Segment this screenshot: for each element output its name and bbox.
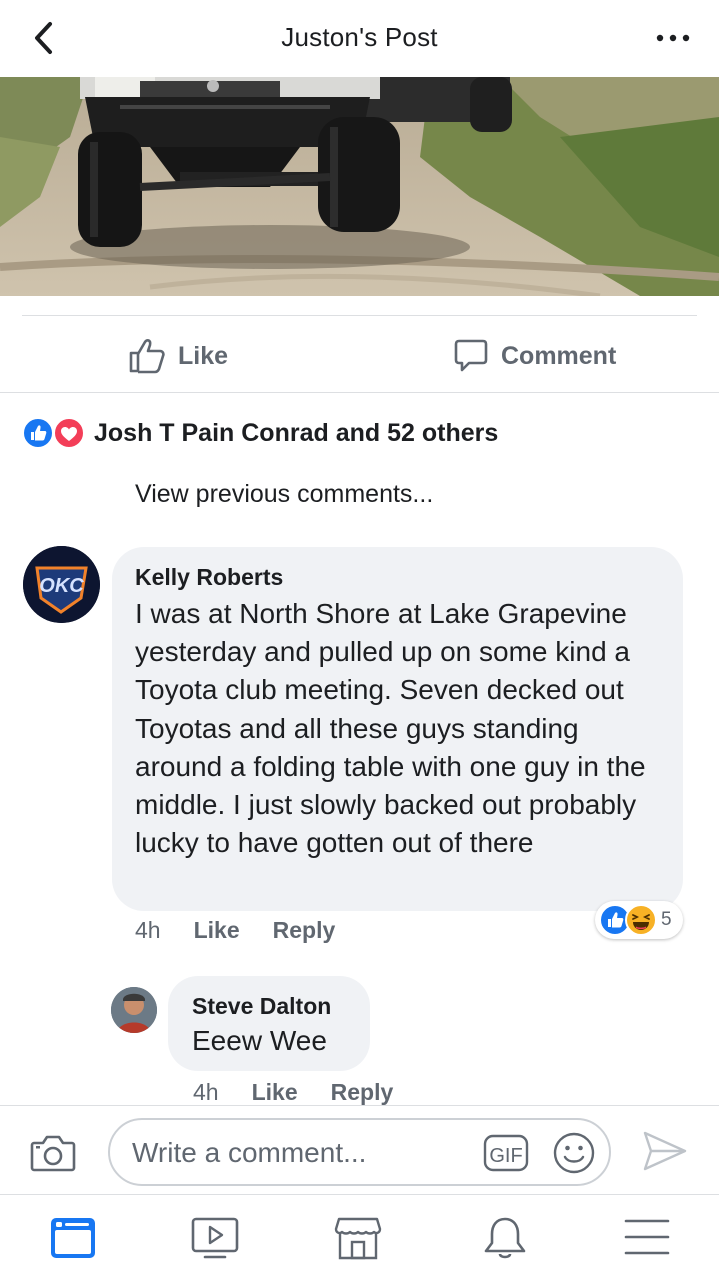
more-options-icon[interactable]: [655, 28, 691, 48]
haha-reaction-icon: [625, 904, 657, 936]
comment-time: 4h: [135, 916, 161, 943]
comment-time: 4h: [193, 1078, 219, 1105]
thumbs-up-icon: [129, 339, 165, 374]
commenter-name[interactable]: Kelly Roberts: [135, 564, 283, 591]
comment-meta: 4h Like Reply: [193, 1075, 393, 1109]
comment-reply-button[interactable]: Reply: [273, 917, 336, 944]
post-actions: Like Comment: [0, 316, 719, 392]
send-icon[interactable]: [642, 1129, 688, 1173]
comment-input-placeholder: Write a comment...: [132, 1137, 367, 1168]
notifications-icon[interactable]: [480, 1213, 530, 1263]
avatar[interactable]: [111, 987, 157, 1033]
comment-composer: Write a comment... GIF: [0, 1105, 719, 1195]
comment-bubble-icon: [454, 339, 488, 372]
comment-label: Comment: [501, 341, 617, 370]
comment-meta: 4h Like Reply: [135, 913, 335, 947]
comment-text: I was at North Shore at Lake Grapevine y…: [135, 598, 646, 859]
like-button[interactable]: Like: [128, 336, 228, 376]
commenter-name[interactable]: Steve Dalton: [192, 993, 331, 1020]
avatar-text: OKC: [39, 575, 84, 597]
reaction-count: 5: [661, 909, 672, 930]
gif-label: GIF: [489, 1145, 522, 1167]
love-reaction-icon: [53, 417, 85, 449]
camera-icon[interactable]: [30, 1133, 76, 1173]
comment-reply-button[interactable]: Reply: [331, 1079, 394, 1106]
reactions-summary[interactable]: Josh T Pain Conrad and 52 others: [22, 414, 498, 452]
page-title: Juston's Post: [281, 22, 438, 52]
like-reaction-icon: [22, 417, 54, 449]
gif-icon[interactable]: GIF: [483, 1134, 529, 1172]
like-label: Like: [178, 341, 229, 370]
comment-button[interactable]: Comment: [453, 336, 616, 376]
comment-bubble[interactable]: Kelly Roberts I was at North Shore at La…: [112, 547, 683, 911]
emoji-icon[interactable]: [553, 1132, 595, 1174]
comment-like-button[interactable]: Like: [252, 1079, 298, 1106]
comment-bubble[interactable]: Steve Dalton Eeew Wee: [168, 976, 370, 1071]
news-feed-icon[interactable]: [48, 1213, 98, 1263]
comment-input[interactable]: Write a comment... GIF: [108, 1118, 611, 1186]
view-previous-comments-link[interactable]: View previous comments...: [135, 480, 433, 509]
comment-like-button[interactable]: Like: [194, 917, 240, 944]
top-bar: Juston's Post: [0, 0, 719, 77]
menu-icon[interactable]: [622, 1213, 672, 1263]
watch-icon[interactable]: [190, 1213, 240, 1263]
bottom-nav: [0, 1194, 719, 1279]
comment-text: Eeew Wee: [192, 1025, 327, 1056]
marketplace-icon[interactable]: [333, 1213, 383, 1263]
comment-reactions-badge[interactable]: 5: [595, 901, 683, 939]
divider: [0, 392, 719, 393]
post-photo[interactable]: [0, 77, 719, 296]
avatar[interactable]: OKC: [23, 546, 100, 623]
reactions-text: Josh T Pain Conrad and 52 others: [94, 418, 499, 447]
